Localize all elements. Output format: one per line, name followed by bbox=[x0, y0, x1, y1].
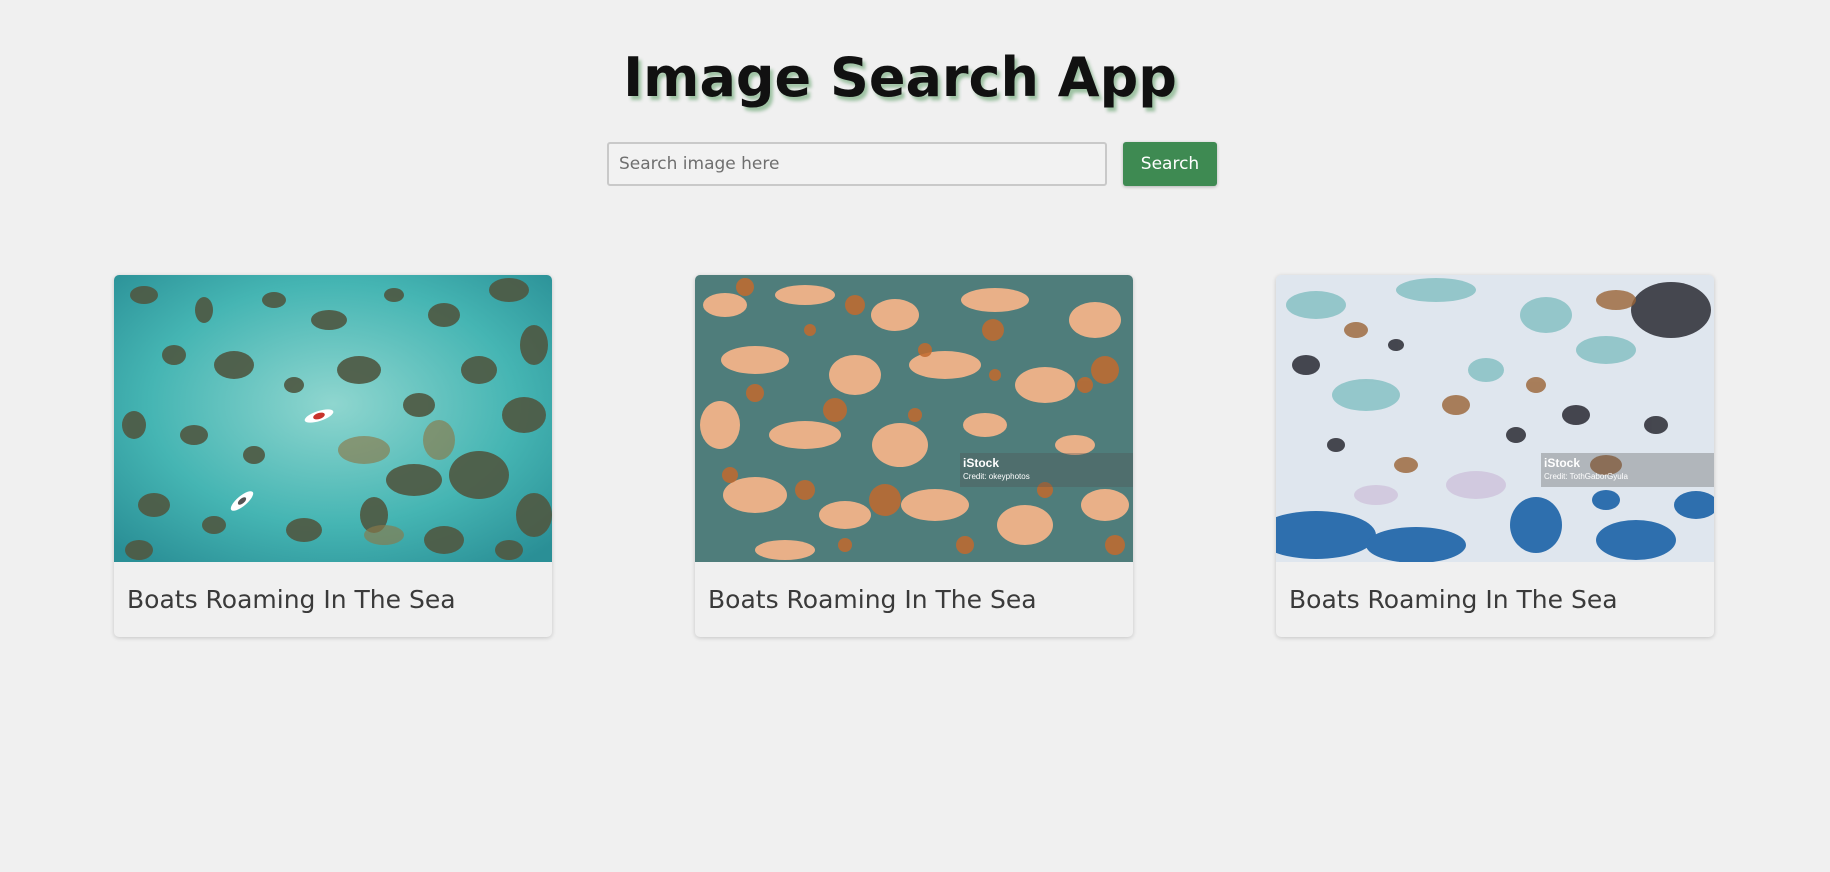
result-card[interactable]: Boats Roaming In The Sea bbox=[114, 275, 552, 637]
search-form: Search bbox=[607, 142, 1217, 186]
watermark-credit: Credit: okeyphotos bbox=[963, 472, 1030, 481]
result-image-sea-boats[interactable] bbox=[114, 275, 552, 562]
watermark-overlay: iStock Credit: okeyphotos bbox=[960, 453, 1133, 487]
result-caption: Boats Roaming In The Sea bbox=[1289, 585, 1618, 614]
result-card[interactable]: iStock Credit: okeyphotos Boats Roaming … bbox=[695, 275, 1133, 637]
watermark-credit: Credit: TothGaborGyula bbox=[1544, 472, 1628, 481]
watermark-overlay: iStock Credit: TothGaborGyula bbox=[1541, 453, 1714, 487]
page-title: Image Search App bbox=[623, 46, 1177, 109]
image-search-app: Image Search App Search image here Searc… bbox=[0, 0, 1830, 872]
watermark-brand: iStock bbox=[963, 456, 1000, 470]
watermark-brand: iStock bbox=[1544, 456, 1581, 470]
result-caption: Boats Roaming In The Sea bbox=[127, 585, 456, 614]
result-image-rust-texture[interactable]: iStock Credit: okeyphotos bbox=[695, 275, 1133, 562]
search-input[interactable] bbox=[607, 142, 1107, 186]
result-image-peeling-paint[interactable]: iStock Credit: TothGaborGyula bbox=[1276, 275, 1714, 562]
result-card[interactable]: iStock Credit: TothGaborGyula Boats Roam… bbox=[1276, 275, 1714, 637]
result-caption: Boats Roaming In The Sea bbox=[708, 585, 1037, 614]
search-button[interactable]: Search bbox=[1123, 142, 1217, 186]
